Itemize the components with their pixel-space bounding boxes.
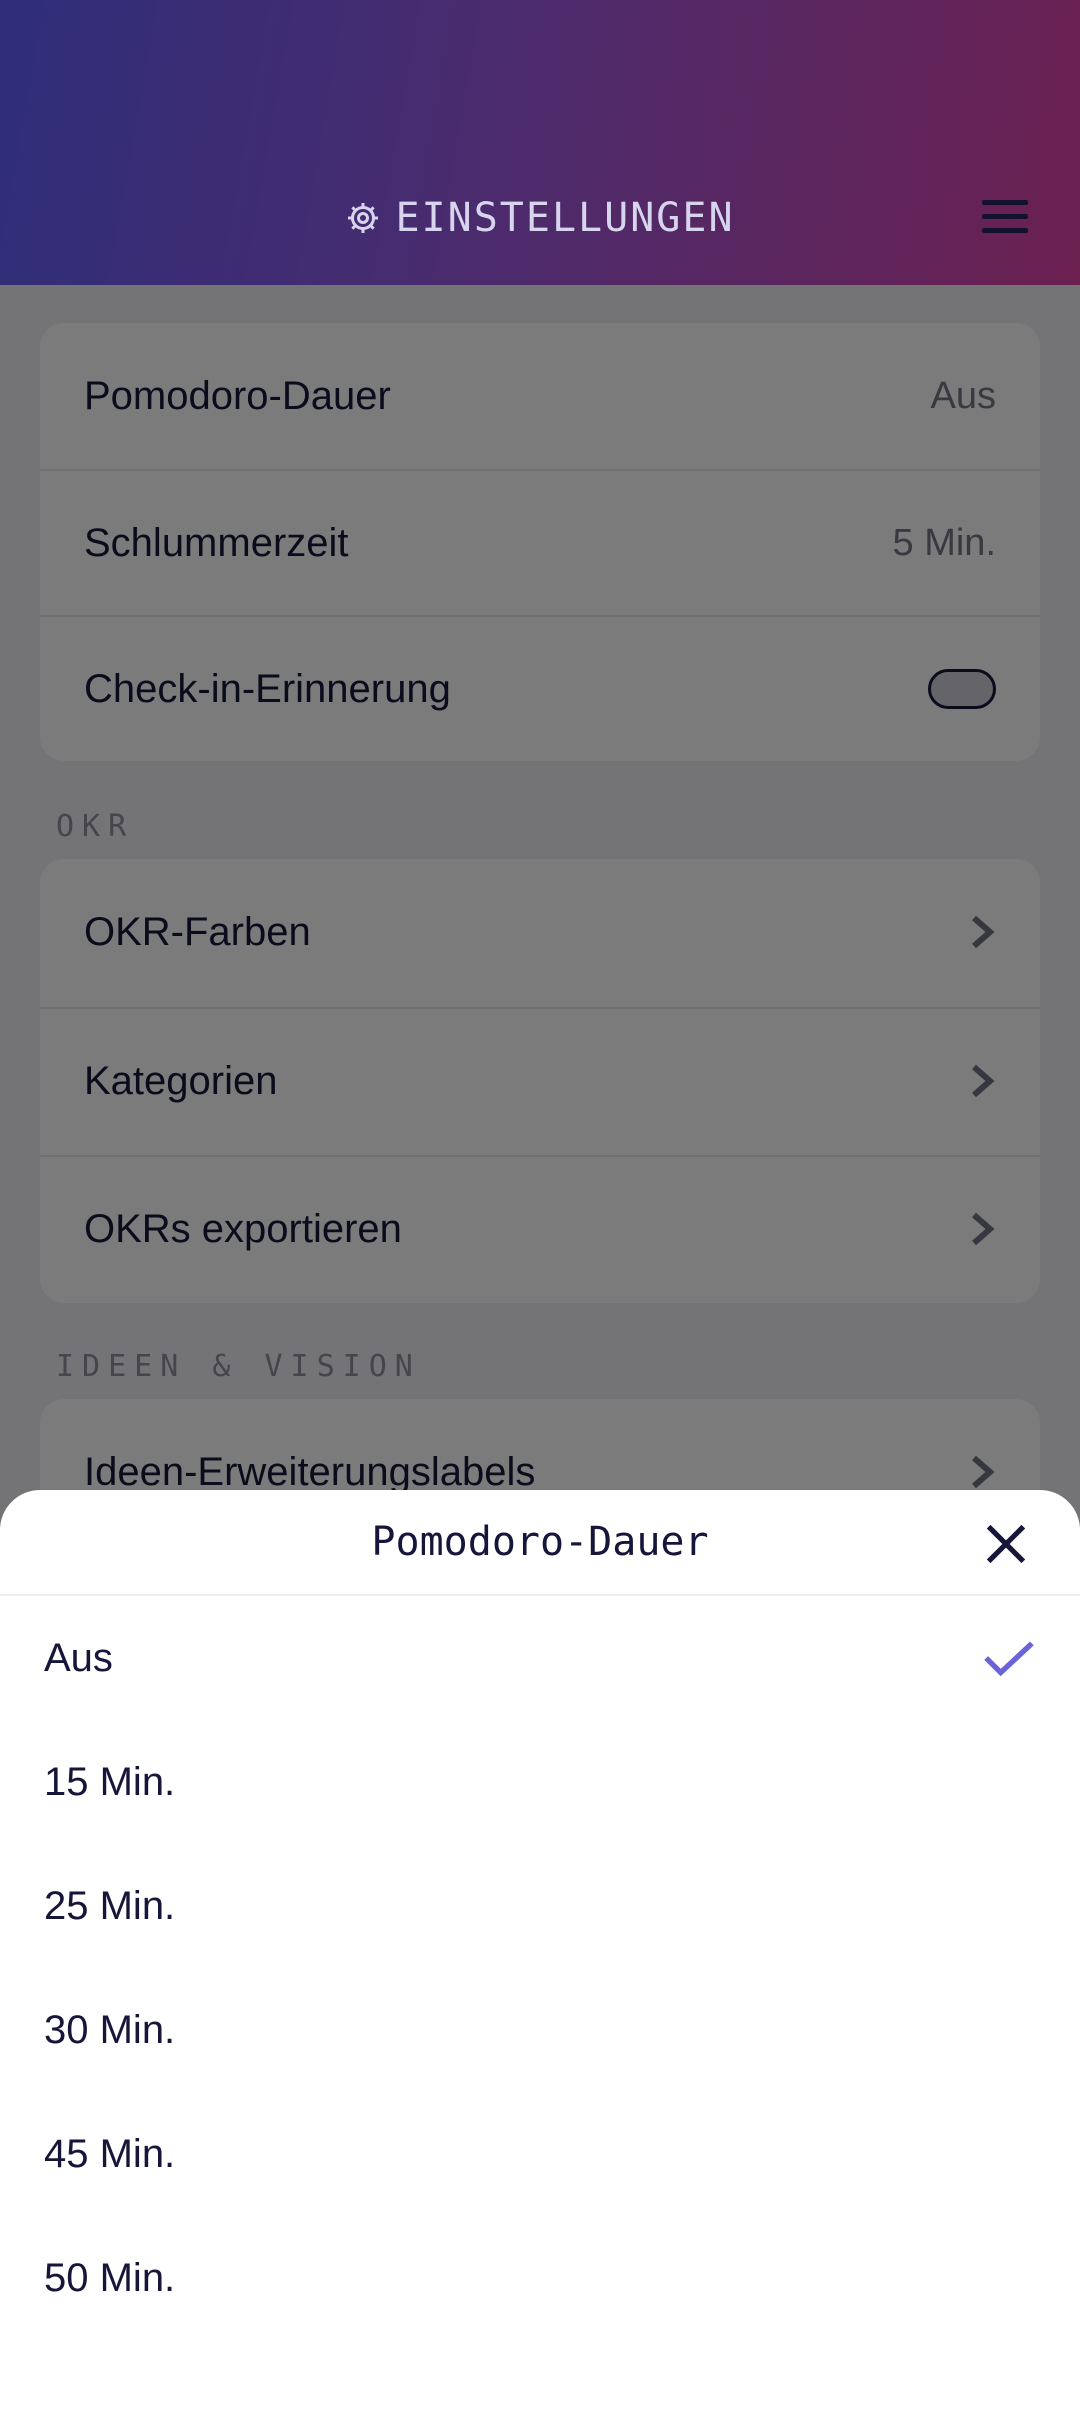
- duration-option-45[interactable]: 45 Min.: [0, 2092, 1080, 2216]
- option-label: 15 Min.: [44, 1759, 176, 1804]
- duration-option-25[interactable]: 25 Min.: [0, 1844, 1080, 1968]
- option-label: 50 Min.: [44, 2255, 176, 2300]
- hamburger-menu-icon[interactable]: [976, 192, 1036, 242]
- duration-option-off[interactable]: Aus: [0, 1596, 1080, 1720]
- sheet-title: Pomodoro-Dauer: [0, 1490, 1080, 1596]
- pomodoro-duration-sheet: Pomodoro-Dauer Aus 15 Min. 25 Min. 30 Mi…: [0, 1490, 1080, 2424]
- gear-icon: [348, 203, 379, 233]
- duration-option-50[interactable]: 50 Min.: [0, 2216, 1080, 2340]
- duration-option-30[interactable]: 30 Min.: [0, 1968, 1080, 2092]
- app-header: EINSTELLUNGEN: [0, 0, 1080, 285]
- header-title-group: EINSTELLUNGEN: [0, 188, 1080, 248]
- duration-option-15[interactable]: 15 Min.: [0, 1720, 1080, 1844]
- close-icon[interactable]: [980, 1518, 1032, 1570]
- option-label: Aus: [44, 1635, 113, 1680]
- checkmark-icon: [984, 1641, 1034, 1677]
- option-label: 30 Min.: [44, 2007, 176, 2052]
- option-label: 45 Min.: [44, 2131, 176, 2176]
- option-label: 25 Min.: [44, 1883, 176, 1928]
- page-title: EINSTELLUNGEN: [395, 195, 735, 241]
